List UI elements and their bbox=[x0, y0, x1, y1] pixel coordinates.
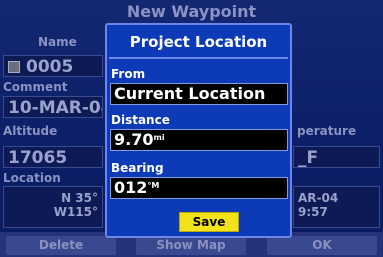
save-button[interactable]: Save bbox=[179, 212, 239, 232]
comment-label: Comment bbox=[3, 80, 68, 94]
dialog-divider bbox=[109, 57, 288, 59]
bearing-value: 012 bbox=[114, 178, 148, 197]
distance-value: 9.70 bbox=[114, 130, 154, 149]
delete-button[interactable]: Delete bbox=[6, 236, 116, 255]
ok-button[interactable]: OK bbox=[267, 236, 377, 255]
date-value: AR-04 bbox=[298, 191, 339, 205]
date-time-field: AR-04 9:57 bbox=[293, 186, 380, 228]
temperature-label: perature bbox=[297, 124, 357, 138]
name-value: 0005 bbox=[26, 57, 74, 77]
show-map-button[interactable]: Show Map bbox=[136, 236, 246, 255]
time-value: 9:57 bbox=[298, 205, 328, 219]
bearing-field[interactable]: 012°M bbox=[110, 177, 288, 199]
waypoint-symbol-icon[interactable] bbox=[8, 61, 20, 73]
bearing-label: Bearing bbox=[111, 161, 164, 175]
comment-field[interactable]: 10-MAR-04 bbox=[3, 96, 103, 118]
longitude-value: W115° bbox=[53, 205, 98, 219]
location-field[interactable]: N 35° W115° bbox=[3, 186, 103, 228]
dialog-title: Project Location bbox=[129, 33, 268, 51]
bearing-unit: °M bbox=[147, 181, 160, 190]
latitude-value: N 35° bbox=[61, 191, 98, 205]
temperature-field[interactable]: _F bbox=[293, 146, 380, 168]
altitude-label: Altitude bbox=[3, 124, 58, 138]
name-label: Name bbox=[38, 35, 77, 49]
distance-field[interactable]: 9.70mi bbox=[110, 129, 288, 151]
location-label: Location bbox=[3, 171, 61, 185]
distance-label: Distance bbox=[111, 113, 170, 127]
name-field[interactable]: 0005 bbox=[3, 55, 103, 77]
project-location-dialog: Project Location From Current Location D… bbox=[105, 23, 292, 238]
from-label: From bbox=[111, 67, 146, 81]
from-field[interactable]: Current Location bbox=[110, 83, 288, 105]
distance-unit: mi bbox=[153, 133, 165, 142]
page-title: New Waypoint bbox=[126, 2, 257, 21]
altitude-field[interactable]: 17065 bbox=[3, 146, 103, 168]
